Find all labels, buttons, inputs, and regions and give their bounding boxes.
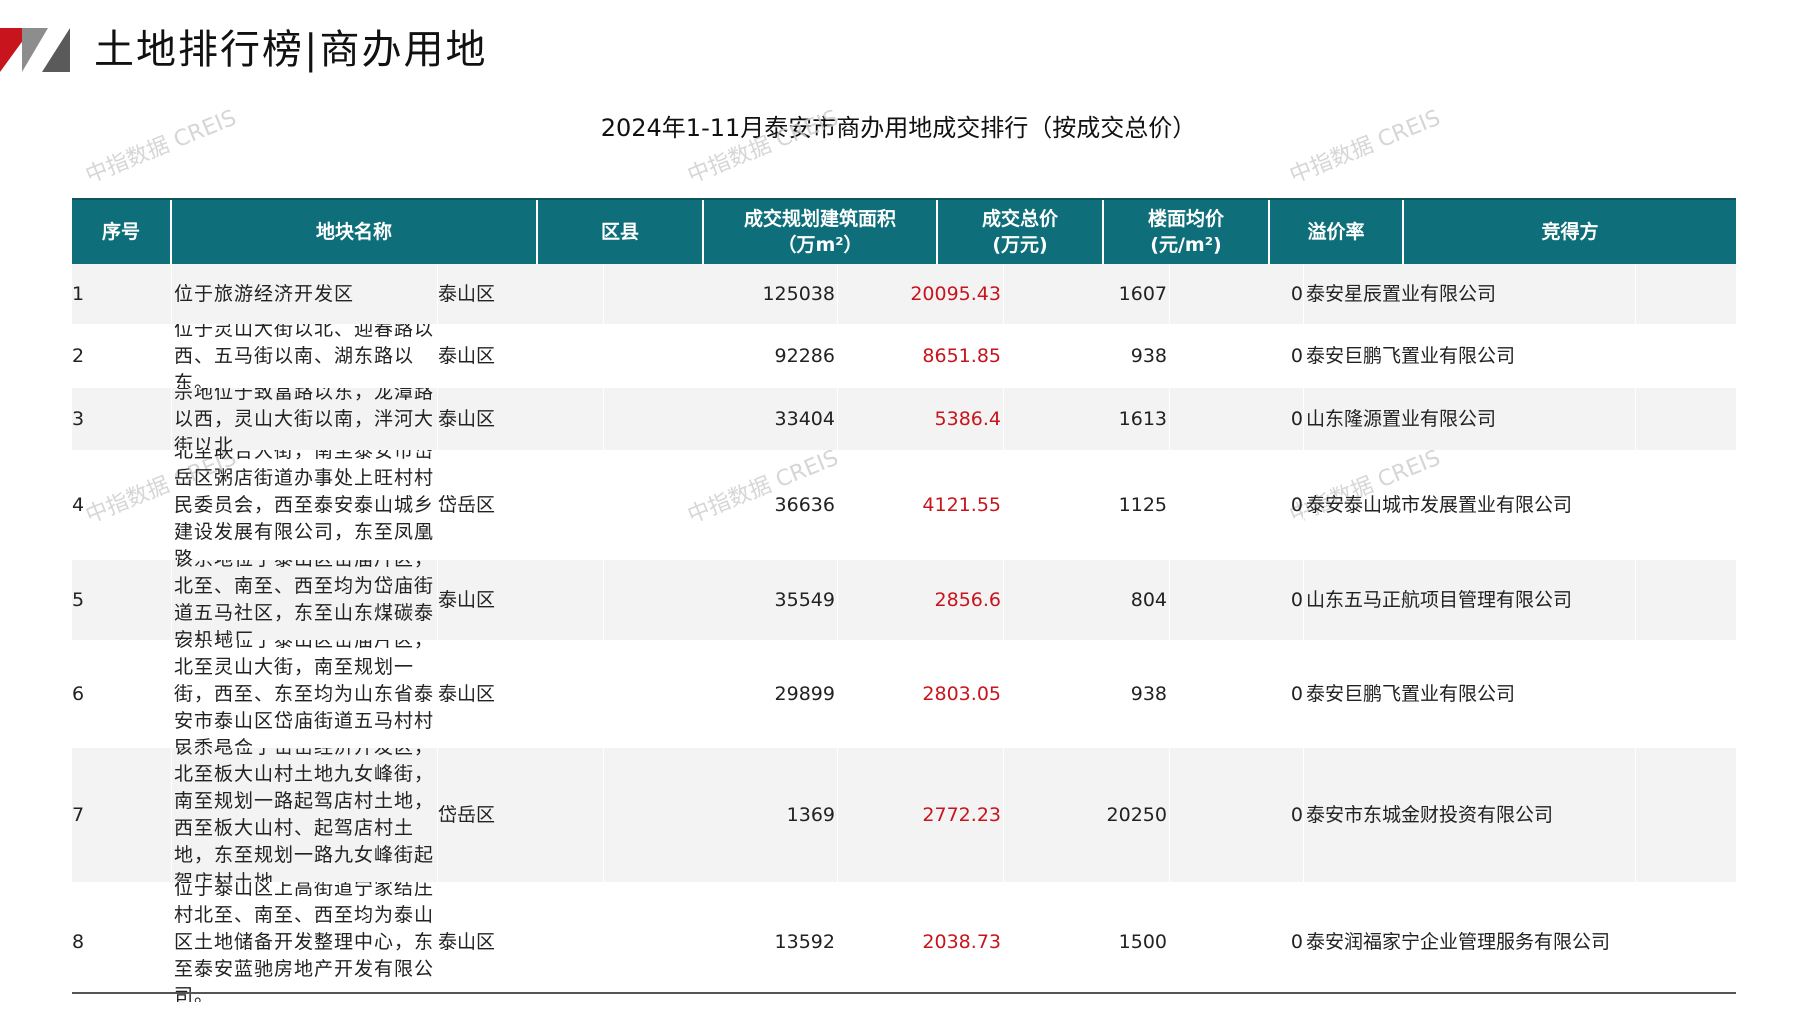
cell-district: 泰山区 bbox=[438, 324, 604, 388]
cell-total: 2856.6 bbox=[838, 560, 1004, 640]
cell-district: 岱岳区 bbox=[438, 450, 604, 560]
cell-premium: 0 bbox=[1170, 264, 1304, 324]
cell-avg: 1607 bbox=[1004, 264, 1170, 324]
table-title: 2024年1-11月泰安市商办用地成交排行（按成交总价） bbox=[600, 114, 1197, 142]
cell-area: 1369 bbox=[604, 748, 838, 882]
col-header-area: 成交规划建筑面积 （万m²） bbox=[704, 200, 938, 264]
cell-name: 该宗地位于泰山区岱庙片区，北至灵山大街，南至规划一街，西至、东至均为山东省泰安市… bbox=[72, 640, 438, 748]
col-header-total-line1: 成交总价 bbox=[981, 208, 1058, 230]
cell-total: 20095.43 bbox=[838, 264, 1004, 324]
cell-area: 13592 bbox=[604, 882, 838, 1002]
cell-district: 泰山区 bbox=[438, 640, 604, 748]
cell-name: 位于泰山区上高街道宁家结庄村北至、南至、西至均为泰山区土地储备开发整理中心，东至… bbox=[72, 882, 438, 1002]
cell-winner: 泰安星辰置业有限公司 bbox=[1304, 264, 1636, 324]
cell-avg: 1500 bbox=[1004, 882, 1170, 1002]
cell-total: 8651.85 bbox=[838, 324, 1004, 388]
table-row: 2 位于灵山大街以北、迎春路以西、五马街以南、湖东路以东。 泰山区 92286 … bbox=[72, 324, 1736, 388]
cell-avg: 804 bbox=[1004, 560, 1170, 640]
col-header-avg: 楼面均价 (元/m²) bbox=[1104, 200, 1270, 264]
cell-district: 泰山区 bbox=[438, 882, 604, 1002]
cell-winner: 泰安润福家宁企业管理服务有限公司 bbox=[1304, 882, 1636, 1002]
cell-premium: 0 bbox=[1170, 324, 1304, 388]
table-row: 8 位于泰山区上高街道宁家结庄村北至、南至、西至均为泰山区土地储备开发整理中心，… bbox=[72, 882, 1736, 1002]
col-header-total-line2: (万元) bbox=[992, 234, 1048, 256]
table-row: 6 该宗地位于泰山区岱庙片区，北至灵山大街，南至规划一街，西至、东至均为山东省泰… bbox=[72, 640, 1736, 748]
cell-name: 该宗地位于泰山区岱庙片区，北至、南至、西至均为岱庙街道五马社区，东至山东煤碳泰安… bbox=[72, 560, 438, 640]
cell-area: 33404 bbox=[604, 388, 838, 450]
cell-name: 该宗地位于岱岳经济开发区，北至板大山村土地九女峰街，南至规划一路起驾店村土地，西… bbox=[72, 748, 438, 882]
cell-name: 位于灵山大街以北、迎春路以西、五马街以南、湖东路以东。 bbox=[72, 324, 438, 388]
cell-district: 泰山区 bbox=[438, 388, 604, 450]
cell-area: 125038 bbox=[604, 264, 838, 324]
cell-winner: 山东五马正航项目管理有限公司 bbox=[1304, 560, 1636, 640]
cell-premium: 0 bbox=[1170, 882, 1304, 1002]
table-row: 7 该宗地位于岱岳经济开发区，北至板大山村土地九女峰街，南至规划一路起驾店村土地… bbox=[72, 748, 1736, 882]
cell-premium: 0 bbox=[1170, 450, 1304, 560]
cell-avg: 938 bbox=[1004, 324, 1170, 388]
table-bottom-rule bbox=[72, 992, 1736, 994]
cell-premium: 0 bbox=[1170, 388, 1304, 450]
cell-premium: 0 bbox=[1170, 640, 1304, 748]
cell-winner: 泰安巨鹏飞置业有限公司 bbox=[1304, 640, 1636, 748]
cell-premium: 0 bbox=[1170, 748, 1304, 882]
cell-winner: 山东隆源置业有限公司 bbox=[1304, 388, 1636, 450]
col-header-total: 成交总价 (万元) bbox=[938, 200, 1104, 264]
page-title: 土地排行榜|商办用地 bbox=[94, 27, 488, 73]
cell-total: 4121.55 bbox=[838, 450, 1004, 560]
cell-premium: 0 bbox=[1170, 560, 1304, 640]
cell-district: 泰山区 bbox=[438, 560, 604, 640]
col-header-premium: 溢价率 bbox=[1270, 200, 1404, 264]
cell-total: 2038.73 bbox=[838, 882, 1004, 1002]
table-row: 5 该宗地位于泰山区岱庙片区，北至、南至、西至均为岱庙街道五马社区，东至山东煤碳… bbox=[72, 560, 1736, 640]
cell-avg: 1613 bbox=[1004, 388, 1170, 450]
cell-total: 2803.05 bbox=[838, 640, 1004, 748]
header-ribbon-logo bbox=[0, 28, 72, 72]
table-row: 3 宗地位于致富路以东，龙潭路以西，灵山大街以南，泮河大街以北 泰山区 3340… bbox=[72, 388, 1736, 450]
cell-avg: 20250 bbox=[1004, 748, 1170, 882]
col-header-seq: 序号 bbox=[72, 200, 172, 264]
cell-total: 5386.4 bbox=[838, 388, 1004, 450]
table-row: 1 位于旅游经济开发区 泰山区 125038 20095.43 1607 0 泰… bbox=[72, 264, 1736, 324]
cell-area: 36636 bbox=[604, 450, 838, 560]
col-header-area-line1: 成交规划建筑面积 bbox=[743, 208, 896, 230]
col-header-winner: 竞得方 bbox=[1541, 221, 1599, 243]
col-header-avg-line2: (元/m²) bbox=[1150, 234, 1222, 256]
cell-name: 北至联合大街，南至泰安市岱岳区粥店街道办事处上旺村村民委员会，西至泰安泰山城乡建… bbox=[72, 450, 438, 560]
cell-district: 泰山区 bbox=[438, 264, 604, 324]
cell-avg: 1125 bbox=[1004, 450, 1170, 560]
land-ranking-table: 序号 地块名称 区县 成交规划建筑面积 （万m²） 成交总价 (万元) 楼面均价… bbox=[72, 198, 1736, 1002]
cell-total: 2772.23 bbox=[838, 748, 1004, 882]
cell-area: 29899 bbox=[604, 640, 838, 748]
col-header-area-line2: （万m²） bbox=[777, 234, 863, 256]
col-header-district: 区县 bbox=[538, 200, 704, 264]
table-row: 4 北至联合大街，南至泰安市岱岳区粥店街道办事处上旺村村民委员会，西至泰安泰山城… bbox=[72, 450, 1736, 560]
col-header-avg-line1: 楼面均价 bbox=[1147, 208, 1224, 230]
cell-winner: 泰安泰山城市发展置业有限公司 bbox=[1304, 450, 1636, 560]
cell-area: 35549 bbox=[604, 560, 838, 640]
cell-name: 宗地位于致富路以东，龙潭路以西，灵山大街以南，泮河大街以北 bbox=[72, 388, 438, 450]
cell-winner: 泰安巨鹏飞置业有限公司 bbox=[1304, 324, 1636, 388]
cell-winner: 泰安市东城金财投资有限公司 bbox=[1304, 748, 1636, 882]
col-header-name: 地块名称 bbox=[172, 200, 538, 264]
cell-area: 92286 bbox=[604, 324, 838, 388]
cell-district: 岱岳区 bbox=[438, 748, 604, 882]
cell-name: 位于旅游经济开发区 bbox=[72, 264, 438, 324]
table-header: 序号 地块名称 区县 成交规划建筑面积 （万m²） 成交总价 (万元) 楼面均价… bbox=[72, 198, 1736, 264]
cell-avg: 938 bbox=[1004, 640, 1170, 748]
